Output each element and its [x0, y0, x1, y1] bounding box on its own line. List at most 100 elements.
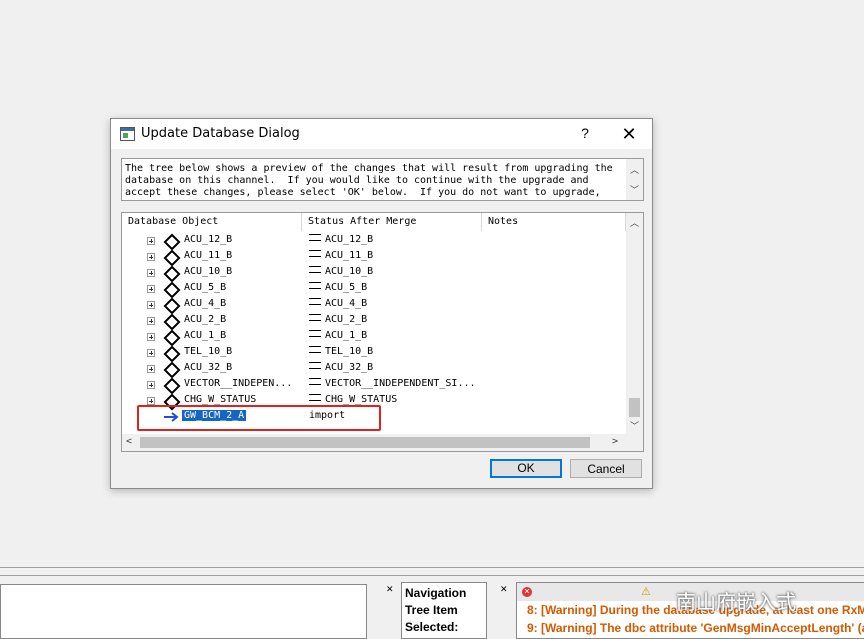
- expand-icon[interactable]: [147, 397, 155, 405]
- error-icon[interactable]: ✕: [522, 587, 532, 597]
- column-header-database-object[interactable]: Database Object: [122, 213, 302, 231]
- tree-row[interactable]: VECTOR__INDEPEN... VECTOR__INDEPENDENT_SI…: [122, 377, 626, 395]
- divider: [0, 567, 864, 568]
- database-object-name[interactable]: CHG_W_STATUS: [184, 394, 256, 405]
- expand-icon[interactable]: [147, 317, 155, 325]
- tree-row[interactable]: ACU_11_B ACU_11_B: [122, 249, 626, 267]
- equal-icon: [309, 250, 321, 257]
- equal-icon: [309, 394, 321, 401]
- status-text: ACU_5_B: [325, 282, 368, 293]
- column-header-notes[interactable]: Notes: [482, 213, 626, 231]
- tree-row[interactable]: ACU_10_B ACU_10_B: [122, 265, 626, 283]
- scroll-thumb[interactable]: [629, 398, 640, 417]
- status-after-merge: CHG_W_STATUS: [309, 394, 397, 405]
- expand-icon[interactable]: [147, 253, 155, 261]
- message-diamond-icon: [163, 297, 181, 315]
- status-after-merge: ACU_11_B: [309, 250, 373, 261]
- warning-icon[interactable]: ⚠: [641, 585, 651, 598]
- equal-icon: [309, 234, 321, 241]
- message-diamond-icon: [163, 249, 181, 267]
- tree-row[interactable]: ACU_5_B ACU_5_B: [122, 281, 626, 299]
- highlight-annotation: [137, 405, 381, 431]
- database-object-name[interactable]: TEL_10_B: [184, 346, 232, 357]
- equal-icon: [309, 266, 321, 273]
- dialog-titlebar: Update Database Dialog ? ✕: [111, 119, 652, 149]
- message-diamond-icon: [163, 361, 181, 379]
- expand-icon[interactable]: [147, 237, 155, 245]
- database-object-name[interactable]: ACU_11_B: [184, 250, 232, 261]
- expand-icon[interactable]: [147, 285, 155, 293]
- message-diamond-icon: [163, 329, 181, 347]
- equal-icon: [309, 298, 321, 305]
- description-scrollbar[interactable]: ︿ ﹀: [626, 159, 643, 200]
- column-header-status[interactable]: Status After Merge: [302, 213, 482, 231]
- status-text: ACU_2_B: [325, 314, 368, 325]
- equal-icon: [309, 346, 321, 353]
- dialog-title: Update Database Dialog: [141, 126, 300, 141]
- expand-icon[interactable]: [147, 381, 155, 389]
- expand-icon[interactable]: [147, 301, 155, 309]
- status-text: ACU_10_B: [325, 266, 374, 277]
- nav-label: Tree Item: [405, 603, 458, 617]
- message-diamond-icon: [163, 265, 181, 283]
- tree-row[interactable]: ACU_32_B ACU_32_B: [122, 361, 626, 379]
- scroll-left-icon[interactable]: <: [126, 436, 132, 447]
- status-text: ACU_1_B: [325, 330, 368, 341]
- message-diamond-icon: [163, 377, 181, 395]
- close-icon[interactable]: ✕: [500, 584, 508, 595]
- nav-label: Navigation: [405, 586, 467, 600]
- status-after-merge: TEL_10_B: [309, 346, 373, 357]
- status-text: VECTOR__INDEPENDENT_SI...: [325, 378, 476, 389]
- status-after-merge: ACU_2_B: [309, 314, 367, 325]
- expand-icon[interactable]: [147, 349, 155, 357]
- scroll-up-icon[interactable]: ︿: [630, 216, 639, 229]
- database-object-name[interactable]: ACU_5_B: [184, 282, 226, 293]
- vertical-scrollbar[interactable]: ︿ ﹀: [626, 213, 643, 434]
- scroll-right-icon[interactable]: >: [612, 436, 618, 447]
- scroll-thumb[interactable]: [140, 437, 590, 448]
- message-diamond-icon: [163, 233, 181, 251]
- window-icon: [120, 127, 135, 141]
- output-panel[interactable]: [0, 584, 367, 639]
- status-after-merge: ACU_10_B: [309, 266, 373, 277]
- status-text: ACU_11_B: [325, 250, 374, 261]
- database-object-name[interactable]: ACU_1_B: [184, 330, 226, 341]
- scroll-up-icon[interactable]: ︿: [630, 163, 639, 176]
- tree-row[interactable]: ACU_4_B ACU_4_B: [122, 297, 626, 315]
- scrollbar-corner: [626, 434, 643, 451]
- message-diamond-icon: [163, 345, 181, 363]
- tree-row[interactable]: TEL_10_B TEL_10_B: [122, 345, 626, 363]
- tree-row[interactable]: ACU_1_B ACU_1_B: [122, 329, 626, 347]
- equal-icon: [309, 282, 321, 289]
- divider: [0, 575, 864, 576]
- close-button[interactable]: ✕: [617, 123, 641, 145]
- equal-icon: [309, 362, 321, 369]
- database-object-name[interactable]: ACU_10_B: [184, 266, 232, 277]
- expand-icon[interactable]: [147, 333, 155, 341]
- help-button[interactable]: ?: [575, 123, 595, 143]
- close-icon[interactable]: ✕: [386, 584, 394, 595]
- database-object-name[interactable]: ACU_12_B: [184, 234, 232, 245]
- watermark: 南山府嵌入式: [676, 590, 796, 614]
- cancel-button[interactable]: Cancel: [570, 459, 642, 478]
- equal-icon: [309, 330, 321, 337]
- update-database-dialog: Update Database Dialog ? ✕ The tree belo…: [110, 118, 653, 489]
- scroll-down-icon[interactable]: ﹀: [630, 419, 639, 432]
- ok-button[interactable]: OK: [490, 459, 562, 478]
- status-text: ACU_4_B: [325, 298, 368, 309]
- scroll-down-icon[interactable]: ﹀: [630, 183, 639, 196]
- tree-row[interactable]: ACU_2_B ACU_2_B: [122, 313, 626, 331]
- description-text: The tree below shows a preview of the ch…: [125, 163, 619, 198]
- status-text: ACU_32_B: [325, 362, 374, 373]
- database-object-name[interactable]: VECTOR__INDEPEN...: [184, 378, 292, 389]
- database-object-name[interactable]: ACU_2_B: [184, 314, 226, 325]
- expand-icon[interactable]: [147, 269, 155, 277]
- expand-icon[interactable]: [147, 365, 155, 373]
- database-object-name[interactable]: ACU_4_B: [184, 298, 226, 309]
- database-object-name[interactable]: ACU_32_B: [184, 362, 232, 373]
- message-line[interactable]: 9: [Warning] The dbc attribute 'GenMsgMi…: [527, 621, 864, 635]
- tree-row[interactable]: ACU_12_B ACU_12_B: [122, 233, 626, 251]
- horizontal-scrollbar[interactable]: < >: [122, 434, 626, 451]
- status-after-merge: ACU_5_B: [309, 282, 367, 293]
- description-box: The tree below shows a preview of the ch…: [121, 158, 644, 201]
